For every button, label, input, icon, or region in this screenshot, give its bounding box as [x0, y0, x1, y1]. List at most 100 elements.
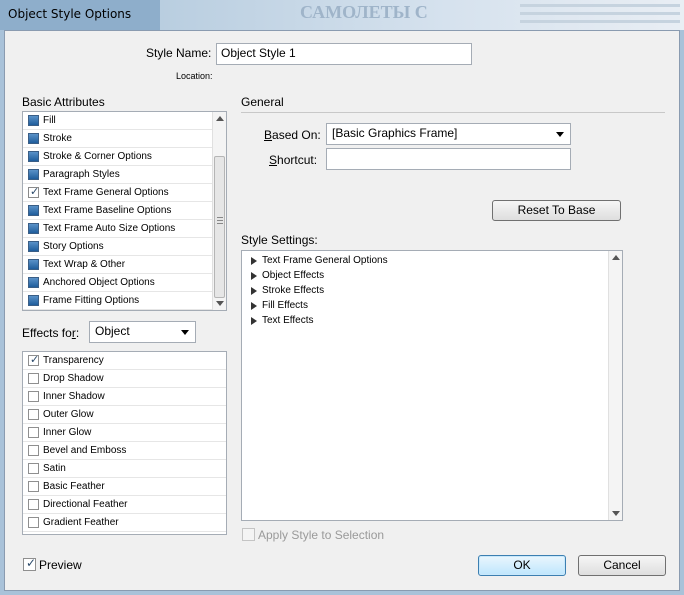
expand-triangle-icon[interactable] — [251, 272, 257, 280]
attribute-icon[interactable] — [28, 223, 39, 234]
effect-label: Basic Feather — [43, 481, 105, 492]
effects-for-label: Effects for: — [22, 326, 80, 340]
basic-attribute-label: Anchored Object Options — [43, 277, 155, 288]
effect-checkbox[interactable] — [28, 445, 39, 456]
style-setting-label: Fill Effects — [262, 300, 308, 311]
style-settings-tree: Text Frame General Options Object Effects… — [241, 250, 623, 521]
attribute-icon[interactable] — [28, 295, 39, 306]
style-setting-item[interactable]: Text Effects — [242, 314, 622, 329]
basic-attribute-item[interactable]: Text Frame General Options — [23, 184, 226, 202]
expand-triangle-icon[interactable] — [251, 317, 257, 325]
basic-attribute-item[interactable]: Text Frame Auto Size Options — [23, 220, 226, 238]
effect-item[interactable]: Basic Feather — [23, 478, 226, 496]
basic-attribute-item[interactable]: Anchored Object Options — [23, 274, 226, 292]
preview-checkbox[interactable] — [23, 556, 36, 571]
style-name-input[interactable]: Object Style 1 — [216, 43, 472, 65]
effect-item[interactable]: Transparency — [23, 352, 226, 370]
basic-attribute-item[interactable]: Stroke — [23, 130, 226, 148]
basic-attribute-item[interactable]: Paragraph Styles — [23, 166, 226, 184]
effect-checkbox[interactable] — [28, 499, 39, 510]
effect-item[interactable]: Inner Glow — [23, 424, 226, 442]
shortcut-input[interactable] — [326, 148, 571, 170]
attribute-icon[interactable] — [28, 133, 39, 144]
basic-attribute-label: Story Options — [43, 241, 104, 252]
effect-checkbox[interactable] — [28, 409, 39, 420]
effect-item[interactable]: Drop Shadow — [23, 370, 226, 388]
reset-to-base-button[interactable]: Reset To Base — [492, 200, 621, 221]
checkbox-checked-icon[interactable] — [28, 184, 39, 201]
preview-label: Preview — [39, 558, 82, 572]
attribute-icon[interactable] — [28, 241, 39, 252]
basic-attribute-label: Paragraph Styles — [43, 169, 120, 180]
scroll-up-icon[interactable] — [612, 255, 620, 260]
effects-rows: Transparency Drop Shadow Inner Shadow Outer… — [23, 352, 226, 532]
effects-for-value: Object — [95, 324, 130, 338]
basic-attribute-label: Text Frame Baseline Options — [43, 205, 172, 216]
style-setting-item[interactable]: Object Effects — [242, 269, 622, 284]
scroll-thumb[interactable] — [214, 156, 225, 298]
effects-for-select[interactable]: Object — [89, 321, 196, 343]
object-style-options-dialog: Style Name: Object Style 1 Location: Bas… — [4, 30, 680, 591]
effect-item[interactable]: Directional Feather — [23, 496, 226, 514]
general-heading: General — [241, 95, 284, 109]
basic-attribute-label: Stroke & Corner Options — [43, 151, 152, 162]
effect-checkbox[interactable] — [28, 373, 39, 384]
style-setting-label: Stroke Effects — [262, 285, 325, 296]
based-on-select[interactable]: [Basic Graphics Frame] — [326, 123, 571, 145]
style-setting-item[interactable]: Stroke Effects — [242, 284, 622, 299]
effect-checkbox[interactable] — [28, 481, 39, 492]
window-title: Object Style Options — [8, 7, 132, 21]
shortcut-label: Shortcut: — [269, 153, 318, 167]
ok-button[interactable]: OK — [478, 555, 566, 576]
effect-checkbox[interactable] — [28, 427, 39, 438]
style-setting-item[interactable]: Text Frame General Options — [242, 254, 622, 269]
style-setting-item[interactable]: Fill Effects — [242, 299, 622, 314]
basic-attributes-scrollbar[interactable] — [212, 112, 226, 310]
effect-item[interactable]: Satin — [23, 460, 226, 478]
basic-attribute-label: Fill — [43, 115, 56, 126]
general-divider — [241, 112, 665, 113]
effect-label: Inner Shadow — [43, 391, 105, 402]
basic-attributes-list: Fill Stroke Stroke & Corner Options Paragra… — [22, 111, 227, 311]
basic-attribute-label: Frame Fitting Options — [43, 295, 140, 306]
attribute-icon[interactable] — [28, 115, 39, 126]
attribute-icon[interactable] — [28, 169, 39, 180]
style-settings-scrollbar[interactable] — [608, 251, 622, 520]
basic-attribute-item[interactable]: Story Options — [23, 238, 226, 256]
effect-item[interactable]: Inner Shadow — [23, 388, 226, 406]
scroll-up-icon[interactable] — [216, 116, 224, 121]
expand-triangle-icon[interactable] — [251, 257, 257, 265]
basic-attribute-item[interactable]: Fill — [23, 112, 226, 130]
attribute-icon[interactable] — [28, 151, 39, 162]
effect-checkbox[interactable] — [28, 463, 39, 474]
basic-attribute-item[interactable]: Frame Fitting Options — [23, 292, 226, 310]
effect-label: Drop Shadow — [43, 373, 104, 384]
expand-triangle-icon[interactable] — [251, 287, 257, 295]
expand-triangle-icon[interactable] — [251, 302, 257, 310]
effect-checkbox[interactable] — [28, 391, 39, 402]
effect-item[interactable]: Gradient Feather — [23, 514, 226, 532]
scroll-down-icon[interactable] — [216, 301, 224, 306]
style-settings-heading: Style Settings: — [241, 233, 318, 247]
effect-label: Directional Feather — [43, 499, 128, 510]
effect-item[interactable]: Outer Glow — [23, 406, 226, 424]
effect-item[interactable]: Bevel and Emboss — [23, 442, 226, 460]
scroll-down-icon[interactable] — [612, 511, 620, 516]
attribute-icon[interactable] — [28, 259, 39, 270]
effect-checkbox[interactable] — [28, 352, 39, 369]
background-ghost-lines — [520, 4, 680, 28]
background-ghost-text: САМОЛЕТЫ С — [300, 2, 428, 22]
basic-attribute-item[interactable]: Text Wrap & Other — [23, 256, 226, 274]
apply-style-checkbox[interactable] — [242, 528, 255, 541]
chevron-down-icon — [181, 330, 189, 335]
effect-label: Inner Glow — [43, 427, 92, 438]
attribute-icon[interactable] — [28, 205, 39, 216]
effect-checkbox[interactable] — [28, 517, 39, 528]
basic-attribute-item[interactable]: Stroke & Corner Options — [23, 148, 226, 166]
cancel-button[interactable]: Cancel — [578, 555, 666, 576]
basic-attribute-item[interactable]: Text Frame Baseline Options — [23, 202, 226, 220]
effect-label: Outer Glow — [43, 409, 94, 420]
attribute-icon[interactable] — [28, 277, 39, 288]
based-on-value: [Basic Graphics Frame] — [332, 126, 458, 140]
basic-attributes-rows: Fill Stroke Stroke & Corner Options Paragra… — [23, 112, 226, 310]
